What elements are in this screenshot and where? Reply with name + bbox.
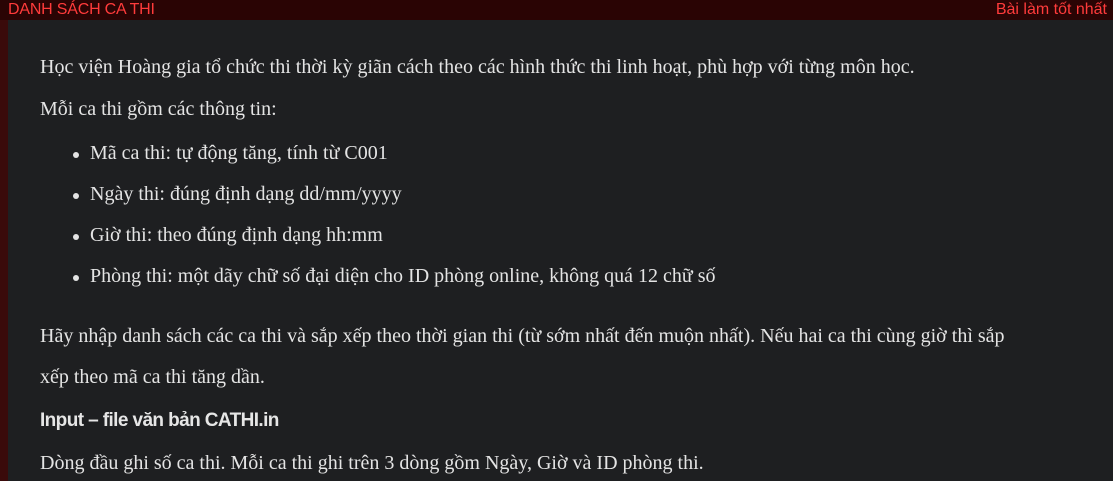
input-description: Dòng đầu ghi số ca thi. Mỗi ca thi ghi t… — [40, 452, 704, 474]
problem-statement-panel: Học viện Hoàng gia tổ chức thi thời kỳ g… — [8, 20, 1113, 481]
list-item-text: Giờ thi: theo đúng định dạng hh:mm — [90, 224, 383, 246]
task-paragraph-line1: Hãy nhập danh sách các ca thi và sắp xếp… — [40, 325, 1005, 347]
task-paragraph-line2: xếp theo mã ca thi tăng dần. — [40, 366, 265, 388]
bullet-icon — [73, 152, 79, 158]
list-item-text: Ngày thi: đúng định dạng dd/mm/yyyy — [90, 183, 402, 205]
bullet-icon — [73, 234, 79, 240]
input-heading: Input – file văn bản CATHI.in — [40, 410, 279, 431]
intro-paragraph: Học viện Hoàng gia tổ chức thi thời kỳ g… — [40, 56, 915, 78]
best-solution-link[interactable]: Bài làm tốt nhất — [996, 1, 1107, 19]
top-bar: DANH SÁCH CA THI Bài làm tốt nhất — [0, 0, 1113, 20]
bullet-icon — [73, 275, 79, 281]
bullet-icon — [73, 193, 79, 199]
list-item-text: Mã ca thi: tự động tăng, tính từ C001 — [90, 142, 388, 164]
problem-title: DANH SÁCH CA THI — [8, 1, 155, 18]
list-item-text: Phòng thi: một dãy chữ số đại diện cho I… — [90, 265, 716, 287]
fields-lead-paragraph: Mỗi ca thi gồm các thông tin: — [40, 98, 277, 120]
